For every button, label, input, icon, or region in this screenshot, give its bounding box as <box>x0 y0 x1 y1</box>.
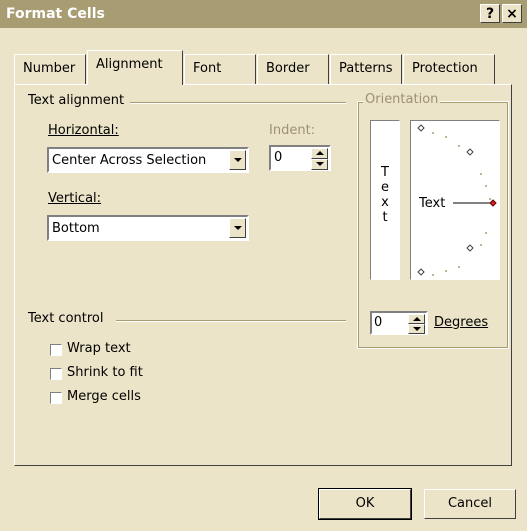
vertical-letter-x: x <box>381 195 389 210</box>
vertical-select-value: Bottom <box>52 221 100 236</box>
vertical-text-letters: T e x t <box>371 165 399 225</box>
merge-cells-checkbox[interactable] <box>50 392 62 404</box>
degrees-spin-buttons <box>408 314 425 334</box>
orientation-label: Orientation <box>363 92 441 107</box>
arrow-up-icon <box>412 316 421 321</box>
degrees-value: 0 <box>374 315 383 330</box>
chevron-down-icon <box>233 157 242 162</box>
cancel-button[interactable]: Cancel <box>424 489 516 519</box>
format-cells-dialog: Format Cells ? × Number Alignment Font B… <box>0 0 527 531</box>
vertical-label: Vertical: <box>48 191 102 206</box>
indent-spin-buttons <box>311 148 328 170</box>
vertical-select[interactable]: Bottom <box>47 215 249 241</box>
arrow-down-icon <box>315 162 324 166</box>
title-bar[interactable]: Format Cells ? × <box>0 0 527 28</box>
text-control-label: Text control <box>28 311 108 326</box>
degrees-label: Degrees <box>434 315 489 330</box>
ok-button[interactable]: OK <box>318 488 412 520</box>
help-button[interactable]: ? <box>480 4 500 23</box>
tab-alignment[interactable]: Alignment <box>87 50 183 85</box>
degrees-spinner[interactable]: 0 <box>370 311 428 335</box>
wrap-text-label[interactable]: Wrap text <box>67 341 131 356</box>
orientation-dial[interactable]: Text <box>410 120 500 280</box>
text-alignment-divider <box>130 102 346 104</box>
vertical-dropdown-button[interactable] <box>229 218 246 238</box>
wrap-text-checkbox[interactable] <box>50 344 62 356</box>
horizontal-select[interactable]: Center Across Selection <box>47 147 249 173</box>
horizontal-select-value: Center Across Selection <box>52 153 207 168</box>
indent-label: Indent: <box>269 123 316 138</box>
vertical-text-box[interactable]: T e x t <box>370 120 400 280</box>
dialog-title: Format Cells <box>6 6 105 22</box>
shrink-to-fit-label[interactable]: Shrink to fit <box>67 365 143 380</box>
indent-down-button[interactable] <box>311 159 328 170</box>
merge-cells-label[interactable]: Merge cells <box>67 389 141 404</box>
vertical-letter-e: e <box>381 180 389 195</box>
vertical-letter-t: T <box>381 165 389 180</box>
text-alignment-label: Text alignment <box>28 93 129 108</box>
tab-number[interactable]: Number <box>14 54 86 84</box>
tab-font[interactable]: Font <box>184 54 256 84</box>
close-button[interactable]: × <box>502 4 522 23</box>
indent-value: 0 <box>274 150 283 165</box>
indent-spinner[interactable]: 0 <box>269 145 331 171</box>
degrees-up-button[interactable] <box>408 314 425 324</box>
horizontal-dropdown-button[interactable] <box>229 150 246 170</box>
tab-border[interactable]: Border <box>257 54 329 84</box>
shrink-to-fit-checkbox[interactable] <box>50 368 62 380</box>
vertical-letter-t2: t <box>382 210 388 225</box>
degrees-down-button[interactable] <box>408 324 425 334</box>
tab-protection[interactable]: Protection <box>403 54 495 84</box>
arrow-up-icon <box>315 151 324 155</box>
text-control-divider <box>116 320 346 322</box>
horizontal-label: Horizontal: <box>48 123 119 138</box>
tab-patterns[interactable]: Patterns <box>330 54 402 84</box>
arrow-down-icon <box>412 326 421 331</box>
dial-text: Text <box>419 196 446 211</box>
chevron-down-icon <box>233 225 242 230</box>
indent-up-button[interactable] <box>311 148 328 159</box>
